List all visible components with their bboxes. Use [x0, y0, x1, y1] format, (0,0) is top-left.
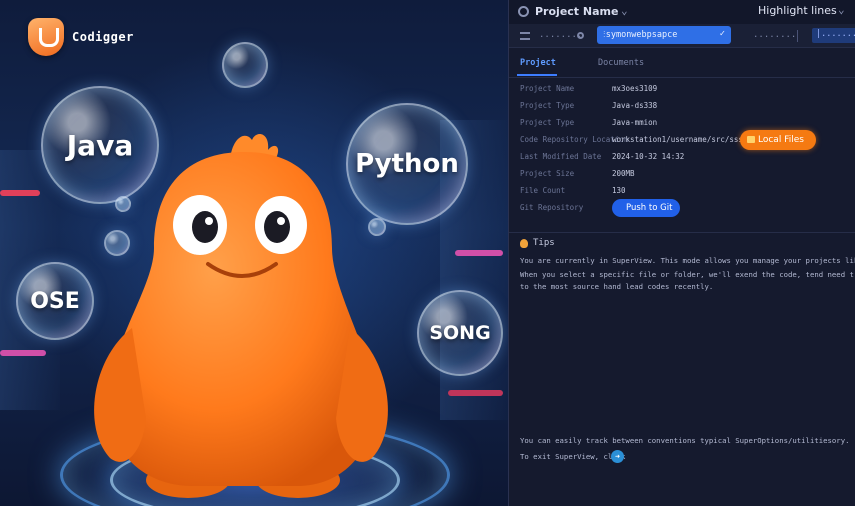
bubble-small	[222, 42, 268, 88]
panel-header: Project Name ⌄ Highlight lines ⌄	[509, 0, 855, 24]
footer-text: To exit SuperView, click	[520, 452, 626, 461]
brand-logo: Codigger	[28, 18, 134, 56]
panel-tabs: Project Documents	[509, 48, 855, 78]
tip-text: You are currently in SuperView. This mod…	[520, 256, 855, 265]
info-key: Project Type	[520, 101, 575, 110]
hero-illustration: Codigger Java Python OSE SONG	[0, 0, 508, 506]
bubble-song-label: SONG	[429, 322, 491, 344]
info-value: 2024-10-32 14:32	[612, 152, 685, 161]
toolbar-tag[interactable]: |..........	[812, 28, 855, 43]
info-key: File Count	[520, 186, 566, 195]
toolbar-text[interactable]: ........	[539, 30, 582, 40]
chevron-down-icon[interactable]: ⌄	[838, 3, 845, 16]
highlight-lines-dropdown[interactable]: Highlight lines	[758, 4, 837, 17]
check-icon: ✓	[719, 29, 725, 39]
project-name-dropdown[interactable]: Project Name	[535, 5, 618, 18]
info-row: Code Repository Location workstation1/us…	[520, 130, 850, 152]
info-row: Project Name mx3oes3109	[520, 84, 850, 101]
orange-mascot	[94, 134, 388, 498]
brand-name: Codigger	[72, 30, 134, 44]
menu-icon[interactable]	[520, 32, 530, 40]
info-key: Project Name	[520, 84, 575, 93]
panel-toolbar: ........ ⵗsymonwebpsapce ✓ ........ |...…	[509, 24, 855, 48]
info-key: Git Repository	[520, 203, 584, 212]
info-row: Git Repository Push to Git	[520, 199, 850, 220]
project-info: Project Name mx3oes3109 Project Type Jav…	[520, 84, 850, 220]
background-light	[448, 390, 503, 396]
target-icon[interactable]	[577, 32, 584, 39]
info-row: Last Modified Date 2024-10-32 14:32	[520, 152, 850, 169]
info-row: File Count 130	[520, 186, 850, 203]
lightbulb-icon	[520, 239, 528, 248]
folder-icon	[747, 136, 755, 143]
toolbar-divider	[797, 30, 798, 42]
info-value: Java-ds338	[612, 101, 658, 110]
info-key: Last Modified Date	[520, 152, 602, 161]
info-row: Project Size 200MB	[520, 169, 850, 186]
info-value: Java-mmion	[612, 118, 658, 127]
divider	[509, 232, 855, 233]
tips-title: Tips	[533, 238, 555, 248]
local-files-button[interactable]: Local Files	[740, 130, 816, 150]
exit-superview-button[interactable]: ➜	[611, 450, 624, 463]
workspace-select-value: ⵗsymonwebpsapce	[603, 30, 678, 40]
info-value: 130	[612, 186, 626, 195]
info-row: Project Type Java-ds338	[520, 101, 850, 118]
info-value: workstation1/username/src/sss	[612, 135, 743, 144]
workspace-select[interactable]: ⵗsymonwebpsapce ✓	[597, 26, 731, 44]
info-value: mx3oes3109	[612, 84, 658, 93]
chevron-down-icon[interactable]: ⌄	[621, 4, 628, 17]
project-panel: Project Name ⌄ Highlight lines ⌄ .......…	[508, 0, 855, 506]
tab-documents[interactable]: Documents	[598, 58, 644, 68]
push-to-git-label: Push to Git	[626, 203, 673, 213]
info-key: Project Type	[520, 118, 575, 127]
active-tab-indicator	[517, 74, 557, 76]
push-to-git-button[interactable]: Push to Git	[612, 199, 680, 217]
settings-icon[interactable]	[518, 6, 529, 17]
bubble-song: SONG	[417, 290, 503, 376]
local-files-label: Local Files	[758, 135, 804, 145]
toolbar-text[interactable]: ........	[753, 30, 796, 40]
background-light	[0, 350, 46, 356]
background-light	[0, 190, 40, 196]
footer-text: You can easily track between conventions…	[520, 436, 850, 445]
info-value: 200MB	[612, 169, 635, 178]
tab-project[interactable]: Project	[520, 58, 556, 68]
info-key: Project Size	[520, 169, 575, 178]
tip-text: to the most source hand lead codes recen…	[520, 282, 714, 291]
tip-text: When you select a specific file or folde…	[520, 270, 855, 279]
background-light	[455, 250, 503, 256]
codigger-logo-icon	[28, 18, 64, 56]
